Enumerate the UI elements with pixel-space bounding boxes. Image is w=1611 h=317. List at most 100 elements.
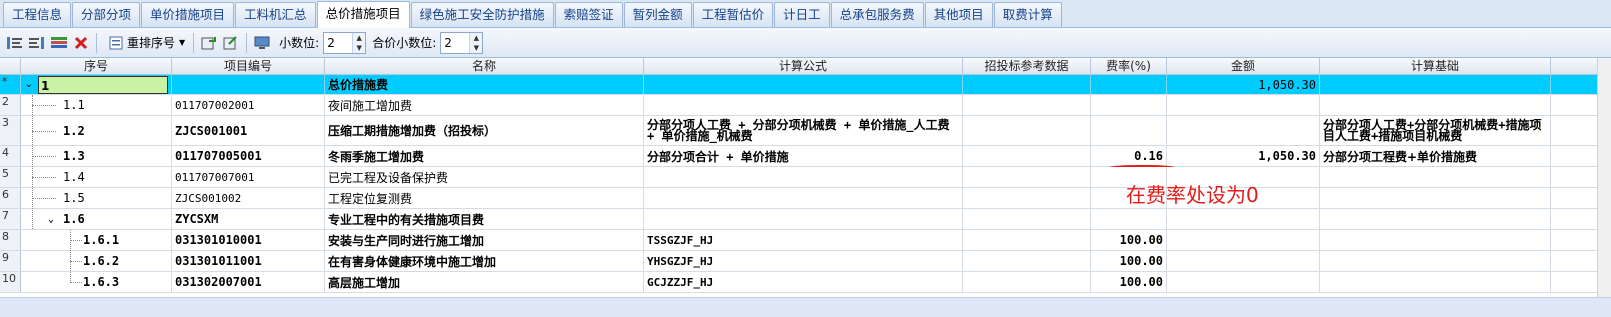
amount-cell[interactable]: 1,050.30 — [1167, 75, 1320, 94]
tab-provisional-sum[interactable]: 暂列金额 — [623, 2, 692, 27]
vertical-scrollbar[interactable] — [1597, 58, 1611, 317]
delete-icon[interactable] — [72, 34, 90, 52]
header-name[interactable]: 名称 — [325, 58, 644, 74]
code-cell[interactable]: 011707005001 — [172, 146, 325, 166]
formula-cell[interactable]: 分部分项人工费 + 分部分项机械费 + 单价措施_人工费 + 单价措施_机械费 — [644, 116, 963, 145]
code-cell[interactable]: ZJCS001002 — [172, 188, 325, 208]
rate-cell[interactable]: 100.00 — [1091, 251, 1167, 271]
monitor-icon[interactable] — [253, 34, 271, 52]
code-cell[interactable]: ZYCSXM — [172, 209, 325, 229]
import-icon[interactable] — [200, 34, 218, 52]
table-row[interactable]: 7 ⌄ 1.6 ZYCSXM 专业工程中的有关措施项目费 — [0, 209, 1611, 230]
code-cell[interactable]: 011707002001 — [172, 95, 325, 115]
code-cell[interactable]: 031301011001 — [172, 251, 325, 271]
ref-cell[interactable] — [963, 95, 1091, 115]
formula-cell[interactable] — [644, 209, 963, 229]
list-edit-icon[interactable] — [50, 34, 68, 52]
header-ref-data[interactable]: 招投标参考数据 — [963, 58, 1091, 74]
tab-unit-price-measures[interactable]: 单价措施项目 — [141, 2, 235, 27]
base-cell[interactable] — [1320, 75, 1551, 94]
table-row[interactable]: 5 1.4 011707007001 已完工程及设备保护费 — [0, 167, 1611, 188]
formula-cell[interactable]: 分部分项合计 + 单价措施 — [644, 146, 963, 166]
base-cell[interactable] — [1320, 188, 1551, 208]
horizontal-scrollbar[interactable] — [0, 297, 1611, 317]
tab-general-contract-service[interactable]: 总承包服务费 — [830, 2, 924, 27]
seq-cell[interactable]: 1.6.1 — [21, 230, 172, 250]
header-seq[interactable]: 序号 — [21, 58, 172, 74]
tab-other-items[interactable]: 其他项目 — [924, 2, 993, 27]
base-cell[interactable]: 分部分项人工费+分部分项机械费+措施项目人工费+措施项目机械费 — [1320, 116, 1551, 145]
seq-cell[interactable]: 1.6.3 — [21, 272, 172, 292]
ref-cell[interactable] — [963, 146, 1091, 166]
tab-fee-calculation[interactable]: 取费计算 — [993, 2, 1062, 27]
amount-cell[interactable] — [1167, 116, 1320, 145]
table-row[interactable]: 8 1.6.1 031301010001 安装与生产同时进行施工增加 TSSGZ… — [0, 230, 1611, 251]
rate-cell[interactable]: 100.00 — [1091, 272, 1167, 292]
seq-cell[interactable]: 1.6.2 — [21, 251, 172, 271]
name-cell[interactable]: 专业工程中的有关措施项目费 — [325, 209, 644, 229]
rate-cell[interactable] — [1091, 116, 1167, 145]
export-icon[interactable] — [222, 34, 240, 52]
code-cell[interactable]: 011707007001 — [172, 167, 325, 187]
reorder-button[interactable]: 重排序号 ▼ — [101, 32, 189, 54]
table-row[interactable]: 4 1.3 011707005001 冬雨季施工增加费 分部分项合计 + 单价措… — [0, 146, 1611, 167]
name-cell[interactable]: 压缩工期措施增加费（招投标） — [325, 116, 644, 145]
rate-cell[interactable]: 0.16 — [1091, 146, 1167, 166]
rate-cell[interactable] — [1091, 75, 1167, 94]
stepper-up-icon[interactable]: ▲ — [470, 33, 482, 43]
formula-cell[interactable]: GCJZZJF_HJ — [644, 272, 963, 292]
tab-labor-material-machine[interactable]: 工料机汇总 — [235, 2, 316, 27]
ref-cell[interactable] — [963, 167, 1091, 187]
decimal-stepper[interactable]: 2 ▲ ▼ — [323, 31, 367, 54]
tab-provisional-price[interactable]: 工程暂估价 — [692, 2, 774, 27]
code-cell[interactable]: 031302007001 — [172, 272, 325, 292]
total-decimal-value[interactable]: 2 — [441, 33, 469, 53]
table-row[interactable]: 9 1.6.2 031301011001 在有害身体健康环境中施工增加 YHSG… — [0, 251, 1611, 272]
seq-cell[interactable]: ⌄ 1.6 — [21, 209, 172, 229]
amount-cell[interactable] — [1167, 230, 1320, 250]
ref-cell[interactable] — [963, 230, 1091, 250]
header-base[interactable]: 计算基础 — [1320, 58, 1551, 74]
name-cell[interactable]: 已完工程及设备保护费 — [325, 167, 644, 187]
rate-cell[interactable] — [1091, 95, 1167, 115]
ref-cell[interactable] — [963, 116, 1091, 145]
amount-cell[interactable] — [1167, 272, 1320, 292]
decimal-value[interactable]: 2 — [324, 33, 352, 53]
ref-cell[interactable] — [963, 209, 1091, 229]
ref-cell[interactable] — [963, 75, 1091, 94]
rate-cell[interactable]: 100.00 — [1091, 230, 1167, 250]
code-cell[interactable]: 031301010001 — [172, 230, 325, 250]
formula-cell[interactable]: TSSGZJF_HJ — [644, 230, 963, 250]
base-cell[interactable] — [1320, 251, 1551, 271]
base-cell[interactable] — [1320, 95, 1551, 115]
tab-total-price-measures[interactable]: 总价措施项目 — [316, 1, 410, 28]
seq-cell[interactable]: ⌄ 1 — [21, 75, 172, 94]
base-cell[interactable] — [1320, 230, 1551, 250]
amount-cell[interactable] — [1167, 209, 1320, 229]
header-formula[interactable]: 计算公式 — [644, 58, 963, 74]
tab-subdivision[interactable]: 分部分项 — [72, 2, 141, 27]
collapse-icon[interactable]: ⌄ — [45, 214, 57, 225]
table-row[interactable]: * ⌄ 1 总价措施费 1,050.30 — [0, 75, 1611, 95]
tab-green-construction[interactable]: 绿色施工安全防护措施 — [410, 2, 554, 27]
table-row[interactable]: 3 1.2 ZJCS001001 压缩工期措施增加费（招投标） 分部分项人工费 … — [0, 116, 1611, 146]
indent-left-icon[interactable] — [6, 34, 24, 52]
amount-cell[interactable] — [1167, 95, 1320, 115]
total-decimal-stepper[interactable]: 2 ▲ ▼ — [440, 31, 484, 54]
ref-cell[interactable] — [963, 188, 1091, 208]
seq-value[interactable]: 1 — [38, 75, 168, 94]
base-cell[interactable] — [1320, 272, 1551, 292]
ref-cell[interactable] — [963, 272, 1091, 292]
formula-cell[interactable] — [644, 167, 963, 187]
tab-project-info[interactable]: 工程信息 — [3, 2, 72, 27]
formula-cell[interactable] — [644, 95, 963, 115]
name-cell[interactable]: 冬雨季施工增加费 — [325, 146, 644, 166]
formula-cell[interactable]: YHSGZJF_HJ — [644, 251, 963, 271]
collapse-icon[interactable]: ⌄ — [23, 79, 35, 90]
name-cell[interactable]: 夜间施工增加费 — [325, 95, 644, 115]
stepper-down-icon[interactable]: ▼ — [470, 43, 482, 53]
header-rate[interactable]: 费率(%) — [1091, 58, 1167, 74]
formula-cell[interactable] — [644, 188, 963, 208]
name-cell[interactable]: 高层施工增加 — [325, 272, 644, 292]
tab-daywork[interactable]: 计日工 — [774, 2, 830, 27]
